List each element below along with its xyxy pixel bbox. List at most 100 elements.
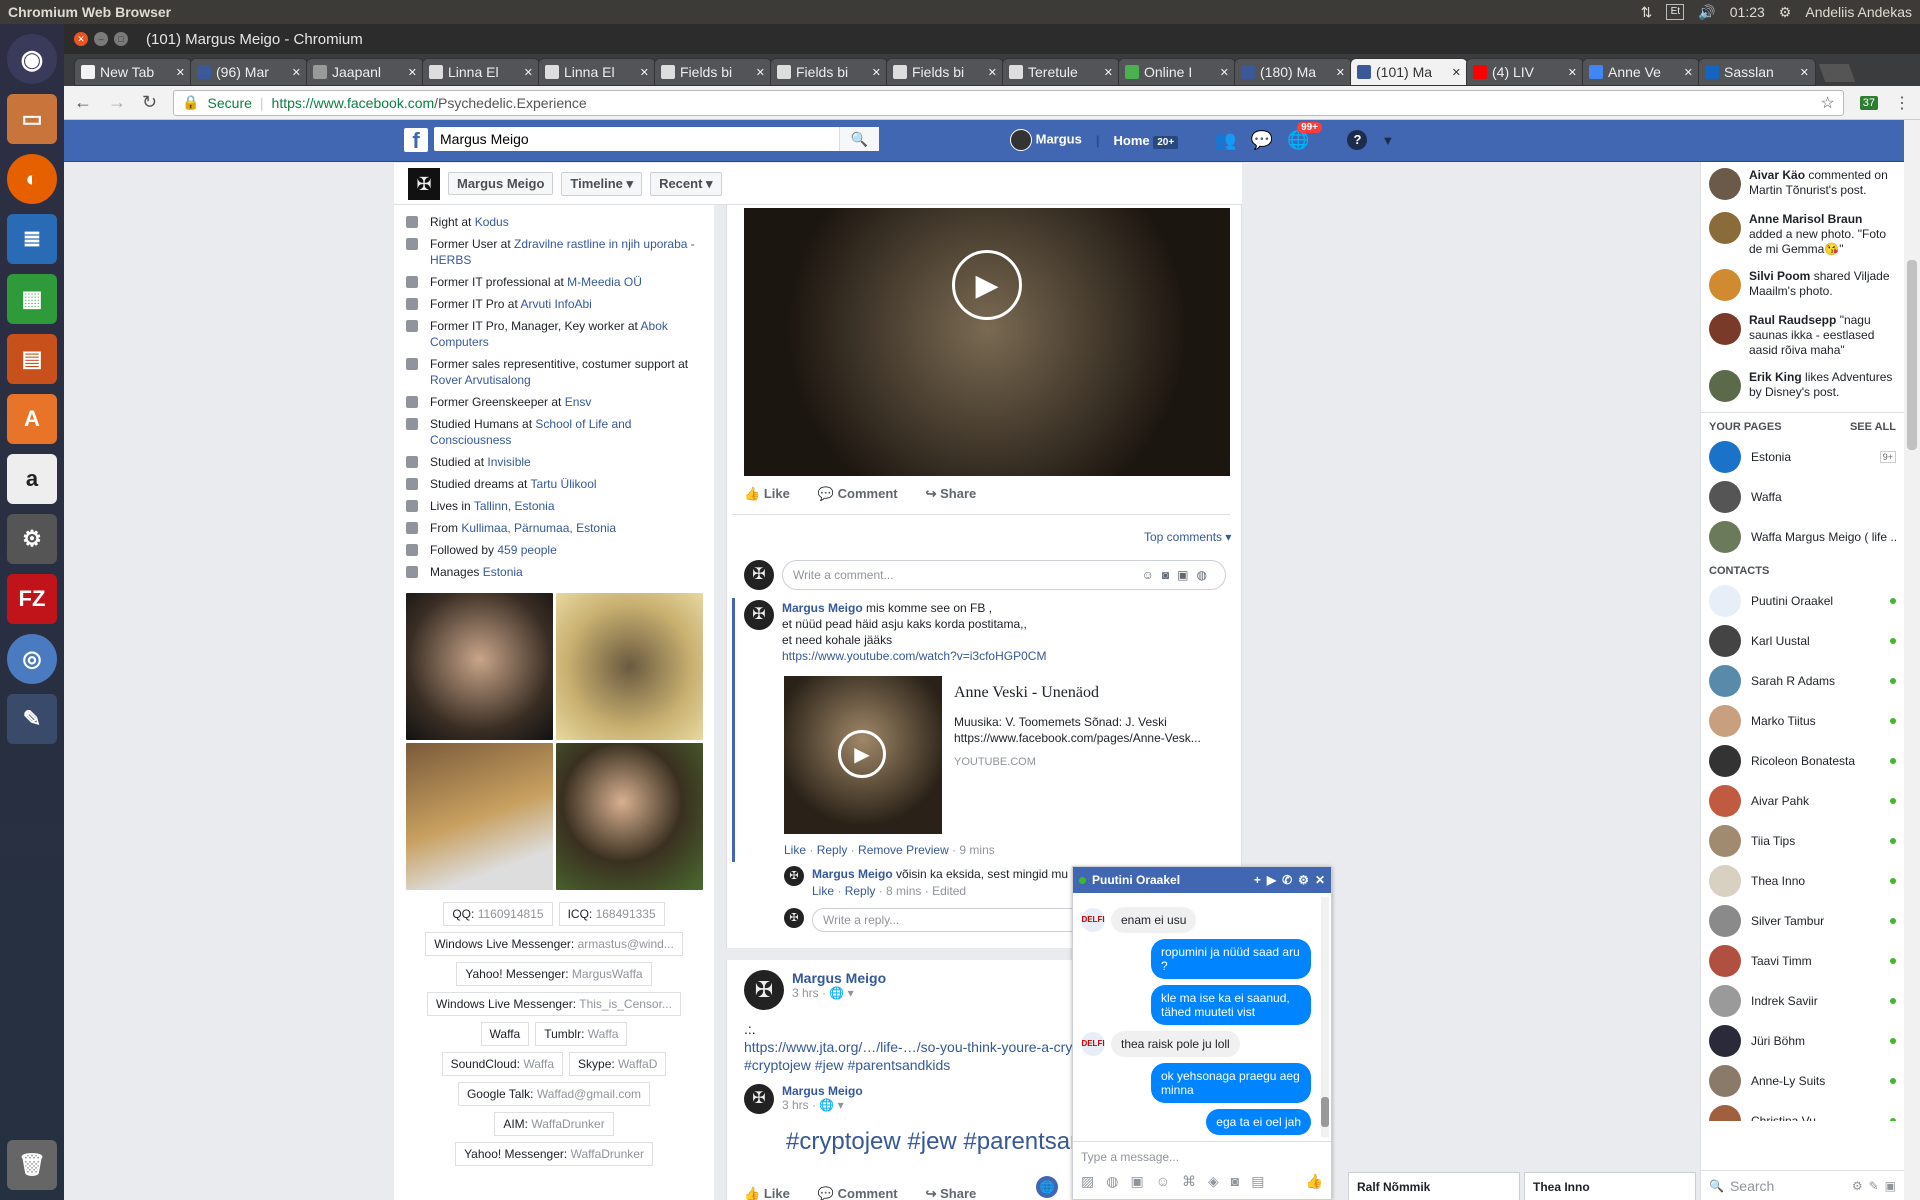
photo-thumbnail[interactable] [406, 743, 553, 890]
close-tab-icon[interactable]: ✕ [292, 66, 301, 79]
contact-item[interactable]: Puutini Oraakel [1701, 581, 1904, 621]
share-button[interactable]: ↪ Share [926, 1186, 977, 1200]
shared-post-author[interactable]: Margus Meigo [782, 1084, 863, 1098]
notifications-icon[interactable]: 🌐 99+ [1287, 121, 1323, 151]
browser-tab[interactable]: (96) Mar ✕ [190, 58, 308, 86]
browser-tab[interactable]: New Tab ✕ [74, 58, 192, 86]
help-icon[interactable]: ? [1347, 130, 1368, 150]
new-message-icon[interactable]: ✎ [1869, 1179, 1879, 1193]
chat-header[interactable]: Puutini Oraakel + ▶ ✆ ⚙ ✕ [1073, 867, 1331, 893]
close-tab-icon[interactable]: ✕ [988, 66, 997, 79]
close-tab-icon[interactable]: ✕ [1568, 66, 1577, 79]
system-settings-icon[interactable]: ⚙ [7, 514, 57, 564]
menu-dots-icon[interactable]: ⋮ [1894, 93, 1910, 113]
close-tab-icon[interactable]: ✕ [1800, 66, 1809, 79]
profile-link[interactable]: Margus [1010, 129, 1082, 151]
browser-tab[interactable]: Linna El ✕ [422, 58, 540, 86]
video-player[interactable]: ▶ [744, 208, 1230, 476]
url-text[interactable]: https://www.facebook.com/Psychedelic.Exp… [272, 95, 587, 111]
contact-info-pill[interactable]: SoundCloud: Waffa [441, 1052, 564, 1076]
friend-requests-icon[interactable]: 👥 [1214, 130, 1236, 151]
comment-input[interactable]: Write a comment... ☺◙▣◍ [782, 560, 1226, 590]
bookmark-star-icon[interactable]: ☆ [1820, 93, 1834, 113]
comment-link[interactable]: https://www.youtube.com/watch?v=i3cfoHGP… [782, 649, 1046, 663]
remove-preview-link[interactable]: Remove Preview [858, 843, 949, 857]
page-item[interactable]: Waffa Margus Meigo ( life ... [1701, 517, 1904, 557]
contact-info-pill[interactable]: Yahoo! Messenger: MargusWaffa [456, 962, 652, 986]
emoji-icon[interactable]: ☺ [1156, 1173, 1170, 1190]
search-icon[interactable]: 🔍 [839, 127, 879, 151]
contact-info-pill[interactable]: Skype: WaffaD [569, 1052, 667, 1076]
gear-icon[interactable]: ⚙ [1852, 1179, 1863, 1193]
contact-info-pill[interactable]: Google Talk: Waffad@gmail.com [457, 1082, 651, 1106]
about-link[interactable]: Tartu Ülikool [531, 477, 597, 491]
photo-icon[interactable]: ▨ [1081, 1173, 1094, 1190]
about-link[interactable]: Rover Arvutisalong [430, 373, 531, 387]
back-arrow-icon[interactable]: ← [74, 92, 92, 113]
contact-item[interactable]: Taavi Timm [1701, 941, 1904, 981]
contact-info-pill[interactable]: Windows Live Messenger: armastus@wind... [425, 932, 683, 956]
firefox-icon[interactable]: ◐ [7, 154, 57, 204]
writer-icon[interactable]: ≣ [7, 214, 57, 264]
contact-item[interactable]: Tiia Tips [1701, 821, 1904, 861]
comment-author[interactable]: Margus Meigo [782, 601, 863, 615]
about-link[interactable]: Estonia [483, 565, 523, 579]
comment-button[interactable]: 💬 Comment [818, 486, 898, 502]
about-link[interactable]: Kodus [475, 215, 509, 229]
page-item[interactable]: Waffa [1701, 477, 1904, 517]
link-preview[interactable]: ▶ Anne Veski - Unenäod Muusika: V. Toome… [784, 676, 1214, 836]
contact-info-pill[interactable]: Windows Live Messenger: This_is_Censor..… [427, 992, 681, 1016]
contact-item[interactable]: Christina Vu [1701, 1101, 1904, 1121]
contact-item[interactable]: Jüri Böhm [1701, 1021, 1904, 1061]
contacts-search-input[interactable]: Search [1730, 1178, 1846, 1194]
phone-icon[interactable]: ✆ [1282, 873, 1292, 887]
calendar-icon[interactable]: ▤ [1251, 1173, 1264, 1190]
contact-item[interactable]: Aivar Pahk [1701, 781, 1904, 821]
like-button[interactable]: 👍 Like [744, 486, 790, 502]
amazon-icon[interactable]: a [7, 454, 57, 504]
options-icon[interactable]: ▣ [1885, 1179, 1896, 1193]
sticker-icon[interactable]: ◍ [1106, 1173, 1118, 1190]
reload-icon[interactable]: ↻ [142, 92, 157, 113]
chat-scrollbar[interactable] [1321, 897, 1329, 1137]
clock[interactable]: 01:23 [1730, 4, 1765, 20]
post-link[interactable]: https://www.jta.org/…/life-…/so-you-thin… [744, 1039, 1072, 1055]
close-tab-icon[interactable]: ✕ [176, 66, 185, 79]
ticker-story[interactable]: Silvi Poom shared Viljade Maailm's photo… [1701, 263, 1904, 307]
trash-icon[interactable]: 🗑 [7, 1140, 57, 1190]
reply-author[interactable]: Margus Meigo [812, 867, 893, 881]
attach-icon[interactable]: ⌘ [1182, 1173, 1196, 1190]
contact-item[interactable]: Marko Tiitus [1701, 701, 1904, 741]
contact-info-pill[interactable]: Waffa [480, 1022, 530, 1046]
browser-tab[interactable]: (4) LIV ✕ [1466, 58, 1584, 86]
about-link[interactable]: Invisible [487, 455, 530, 469]
about-link[interactable]: Ensv [565, 395, 592, 409]
calc-icon[interactable]: ▦ [7, 274, 57, 324]
shared-post-hashtags[interactable]: #cryptojew #jew #parentsar [786, 1128, 1072, 1156]
post-hashtags[interactable]: #cryptojew #jew #parentsandkids [744, 1057, 950, 1073]
browser-tab[interactable]: Anne Ve ✕ [1582, 58, 1700, 86]
contact-info-pill[interactable]: AIM: WaffaDrunker [494, 1112, 614, 1136]
photo-thumbnail[interactable] [556, 743, 703, 890]
reply-reply-link[interactable]: Reply [845, 884, 876, 898]
gear-icon[interactable]: ⚙ [1298, 873, 1309, 887]
about-link[interactable]: Tallinn, Estonia [474, 499, 555, 513]
volume-icon[interactable]: 🔊 [1698, 4, 1715, 21]
close-window-button[interactable]: ✕ [74, 32, 88, 46]
video-call-icon[interactable]: ▶ [1267, 873, 1276, 887]
about-link[interactable]: M-Meedia OÜ [567, 275, 642, 289]
session-gear-icon[interactable]: ⚙ [1779, 4, 1792, 21]
gif-icon[interactable]: ▣ [1130, 1173, 1143, 1190]
facebook-logo-icon[interactable]: f [404, 128, 428, 153]
minimize-window-button[interactable]: – [94, 32, 108, 46]
browser-tab[interactable]: Sasslan ✕ [1698, 58, 1816, 86]
avatar[interactable]: ✠ [744, 1084, 774, 1114]
comment-like-link[interactable]: Like [784, 843, 806, 857]
extension-icon[interactable]: 37 [1859, 95, 1878, 110]
play-icon[interactable]: ▶ [952, 250, 1022, 320]
impress-icon[interactable]: ▤ [7, 334, 57, 384]
ubuntu-dash-icon[interactable]: ◉ [7, 34, 57, 84]
avatar[interactable]: ✠ [744, 970, 784, 1010]
forward-arrow-icon[interactable]: → [108, 92, 126, 113]
close-icon[interactable]: ✕ [1315, 873, 1325, 887]
